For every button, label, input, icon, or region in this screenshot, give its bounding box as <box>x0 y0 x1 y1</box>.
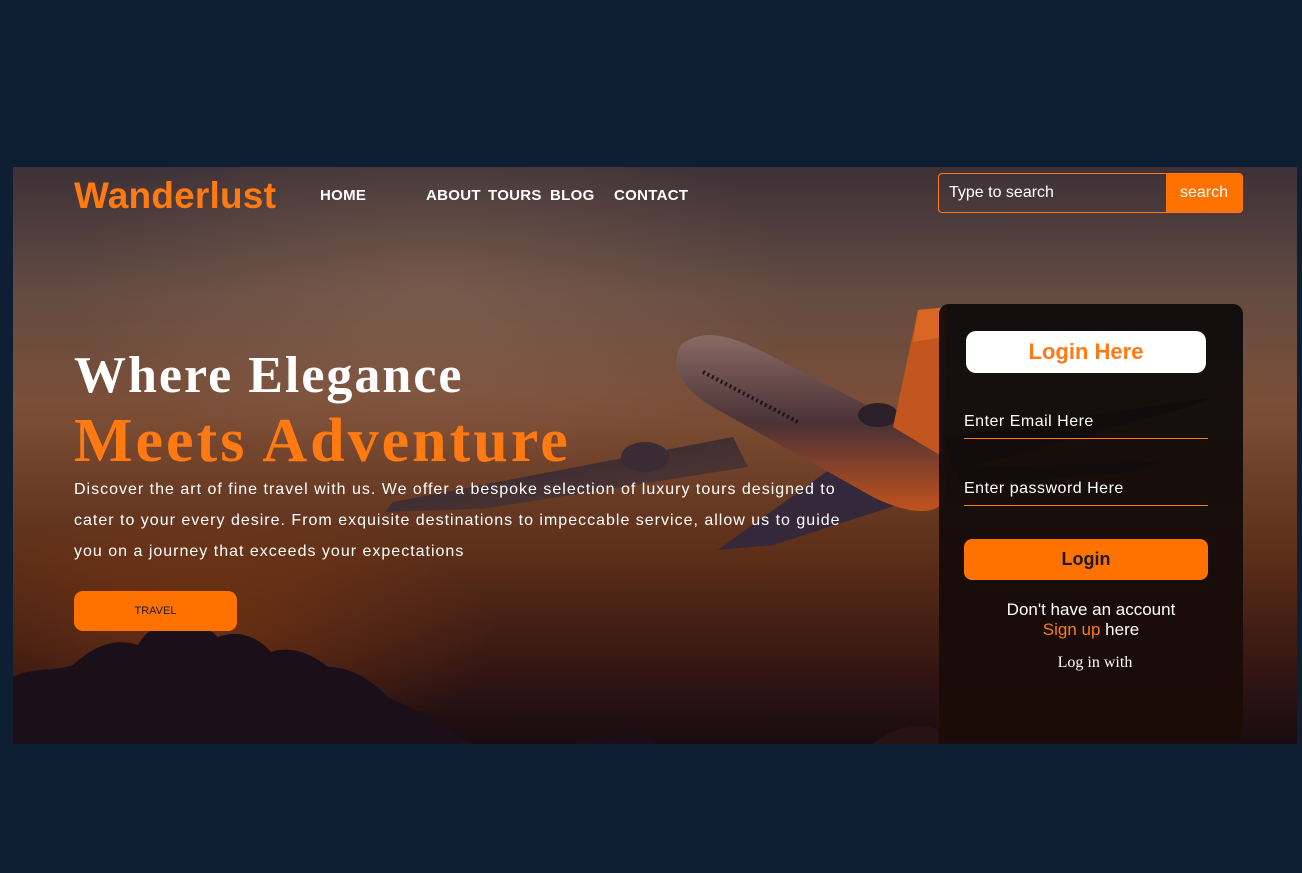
search-button[interactable]: search <box>1166 174 1242 212</box>
login-panel: Login Here Login Don't have an account S… <box>939 304 1243 741</box>
hero-headline-line2: Meets Adventure <box>74 407 571 475</box>
log-in-with-text: Log in with <box>1057 654 1133 671</box>
nav-item-tours[interactable]: TOURS <box>488 187 541 204</box>
email-field[interactable] <box>964 406 1208 439</box>
search-bar: search <box>938 173 1243 213</box>
nav-item-about[interactable]: ABOUT <box>426 187 481 204</box>
travel-button[interactable]: TRAVEL <box>74 591 237 631</box>
no-account-text: Don't have an account <box>1006 600 1176 619</box>
login-button[interactable]: Login <box>964 539 1208 580</box>
brand-logo[interactable]: Wanderlust <box>74 175 276 217</box>
login-title: Login Here <box>966 331 1206 373</box>
signup-link[interactable]: Sign up <box>1043 620 1101 639</box>
hero-description: Discover the art of fine travel with us.… <box>74 481 841 560</box>
main-nav: HOME ABOUT TOURS BLOG CONTACT <box>320 187 688 204</box>
signup-prompt: Don't have an account Sign up here <box>939 600 1243 640</box>
nav-item-contact[interactable]: CONTACT <box>614 187 688 204</box>
nav-item-blog[interactable]: BLOG <box>550 187 594 204</box>
nav-item-home[interactable]: HOME <box>320 187 383 204</box>
signup-suffix: here <box>1100 620 1140 639</box>
search-input[interactable] <box>939 174 1166 212</box>
password-field[interactable] <box>964 473 1208 506</box>
hero-headline-line1: Where Elegance <box>74 347 464 404</box>
hero-section: Wanderlust HOME ABOUT TOURS BLOG CONTACT… <box>13 167 1297 744</box>
